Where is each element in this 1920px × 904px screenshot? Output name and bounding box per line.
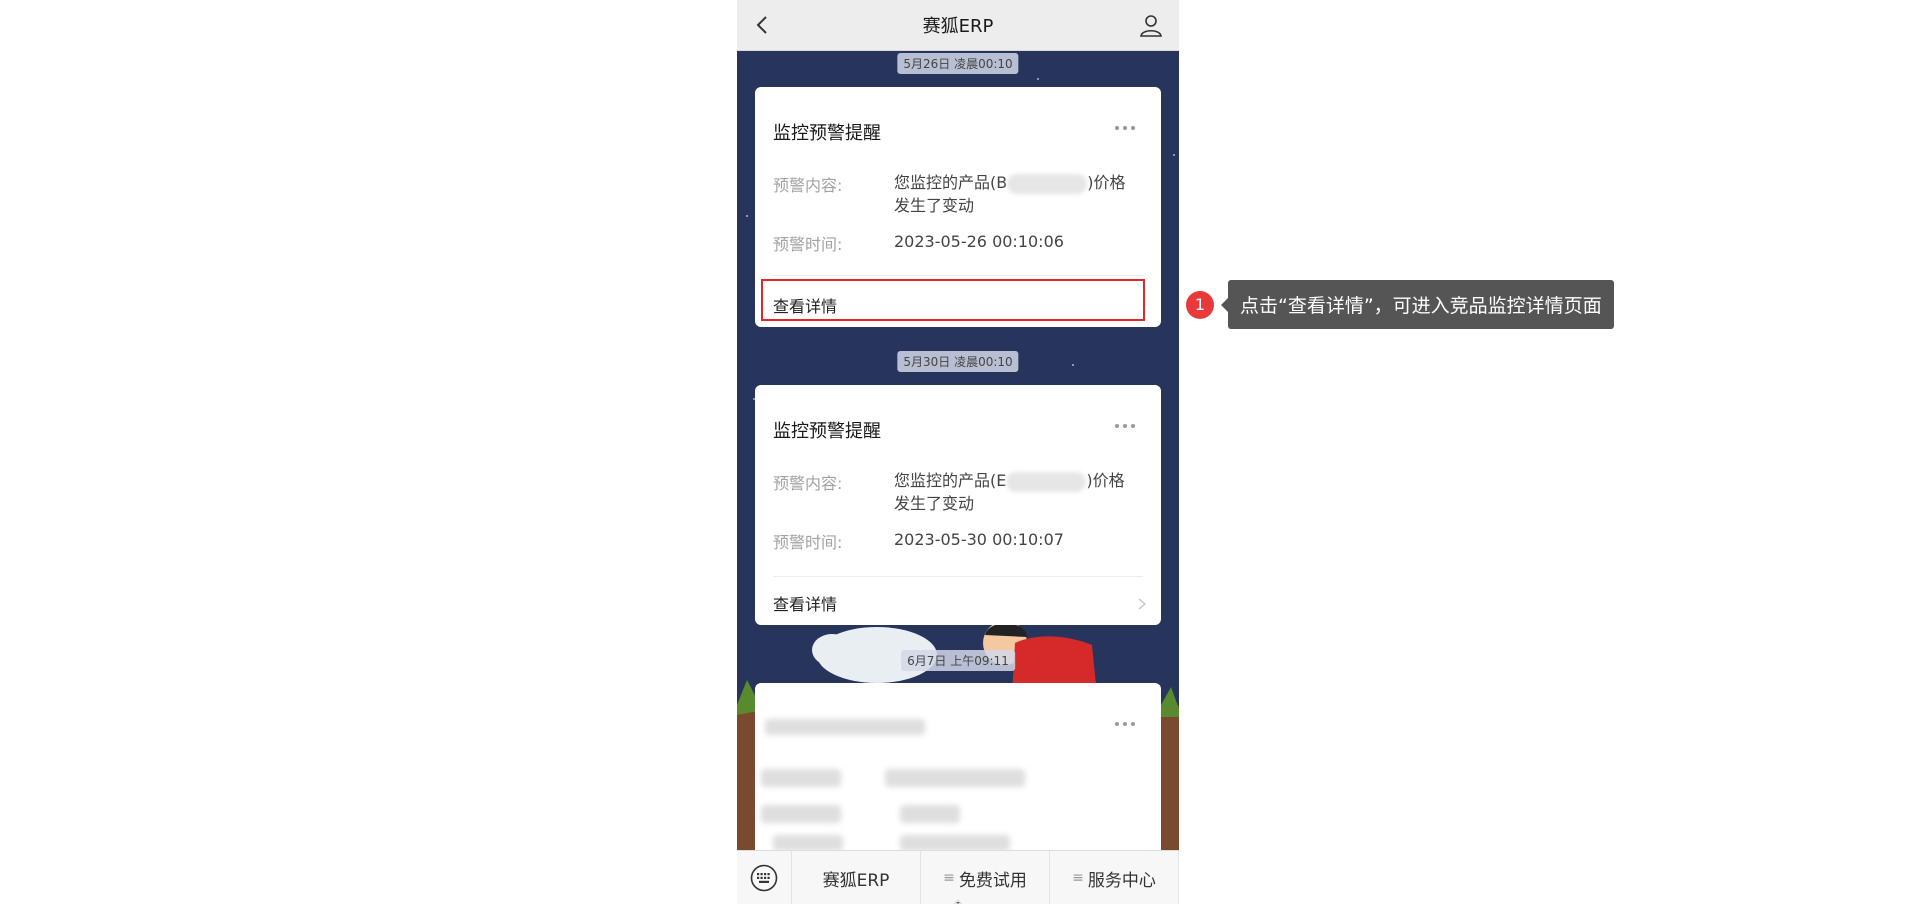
alert-card: [755, 683, 1161, 873]
card-title: 监控预警提醒: [773, 421, 881, 442]
chat-title: 赛狐ERP: [922, 16, 994, 37]
redacted-value: [900, 805, 960, 823]
pull-handle-icon[interactable]: [949, 893, 967, 904]
user-profile-icon[interactable]: [1137, 11, 1165, 39]
card-divider: [773, 275, 1143, 276]
more-options-icon[interactable]: [1115, 421, 1141, 431]
more-options-icon[interactable]: [1115, 719, 1141, 729]
bottom-menu-bar: 赛狐ERP ≡ 免费试用 ≡ 服务中心: [737, 850, 1179, 904]
submenu-icon: ≡: [943, 870, 955, 886]
back-icon[interactable]: [749, 12, 775, 38]
alert-time-value: 2023-05-30 00:10:07: [894, 530, 1064, 549]
step-number-badge: 1: [1186, 290, 1214, 319]
alert-time-value: 2023-05-26 00:10:06: [894, 232, 1064, 251]
menu-item-free-trial[interactable]: ≡ 免费试用: [921, 851, 1050, 904]
message-timestamp: 5月30日 凌晨00:10: [897, 351, 1019, 372]
callout-arrow: [1221, 297, 1228, 312]
alert-content-prefix: 您监控的产品(B: [894, 173, 1008, 192]
star-decoration: [1173, 154, 1175, 156]
message-timestamp: 6月7日 上午09:11: [901, 650, 1015, 671]
redacted-label: [761, 805, 841, 823]
star-decoration: [1072, 364, 1074, 366]
alert-content-label: 预警内容:: [773, 176, 843, 195]
card-title: 监控预警提醒: [773, 123, 881, 144]
menu-item-label: 服务中心: [1087, 870, 1156, 891]
star-decoration: [746, 215, 748, 217]
submenu-icon: ≡: [1072, 870, 1084, 886]
keyboard-icon[interactable]: [737, 851, 792, 904]
alert-card: 监控预警提醒 预警内容: 您监控的产品(B )价格 发生了变动 预警时间: 202…: [755, 87, 1161, 327]
alert-card: 监控预警提醒 预警内容: 您监控的产品(E )价格 发生了变动 预警时间: 202…: [755, 385, 1161, 625]
redacted-title: [765, 719, 925, 735]
menu-item-label: 赛狐ERP: [822, 870, 890, 891]
more-options-icon[interactable]: [1115, 123, 1141, 133]
redacted-value: [900, 835, 1010, 851]
alert-content-value: 您监控的产品(B )价格 发生了变动: [894, 171, 1144, 217]
card-divider: [773, 576, 1143, 577]
alert-content-line2: 发生了变动: [894, 196, 975, 215]
star-decoration: [1037, 78, 1039, 80]
alert-time-label: 预警时间:: [773, 533, 843, 552]
message-timestamp: 5月26日 凌晨00:10: [897, 53, 1019, 74]
wechat-chat-window: 赛狐ERP 5月26日 凌晨00:10 监控预警提醒 预警内容: 您监控的产品(…: [737, 0, 1179, 904]
alert-content-value: 您监控的产品(E )价格 发生了变动: [894, 469, 1144, 515]
alert-content-suffix: )价格: [1087, 173, 1126, 192]
instruction-callout: 1 点击“查看详情”，可进入竞品监控详情页面: [1186, 280, 1614, 329]
menu-item-saihu-erp[interactable]: 赛狐ERP: [792, 851, 921, 904]
callout-text: 点击“查看详情”，可进入竞品监控详情页面: [1228, 280, 1614, 329]
chevron-right-icon[interactable]: [1137, 595, 1147, 610]
view-details-link[interactable]: 查看详情: [773, 293, 837, 317]
redacted-value: [885, 769, 1025, 787]
redacted-product-id: [1007, 173, 1088, 194]
alert-content-suffix: )价格: [1086, 471, 1125, 490]
top-nav-bar: 赛狐ERP: [737, 0, 1179, 51]
menu-item-service-center[interactable]: ≡ 服务中心: [1050, 851, 1179, 904]
redacted-label: [761, 769, 841, 787]
alert-content-prefix: 您监控的产品(E: [894, 471, 1007, 490]
view-details-link[interactable]: 查看详情: [773, 591, 837, 615]
alert-time-label: 预警时间:: [773, 235, 843, 254]
menu-item-label: 免费试用: [958, 870, 1027, 891]
alert-content-label: 预警内容:: [773, 474, 843, 493]
redacted-product-id: [1006, 471, 1087, 492]
alert-content-line2: 发生了变动: [894, 494, 975, 513]
redacted-label: [773, 835, 843, 851]
